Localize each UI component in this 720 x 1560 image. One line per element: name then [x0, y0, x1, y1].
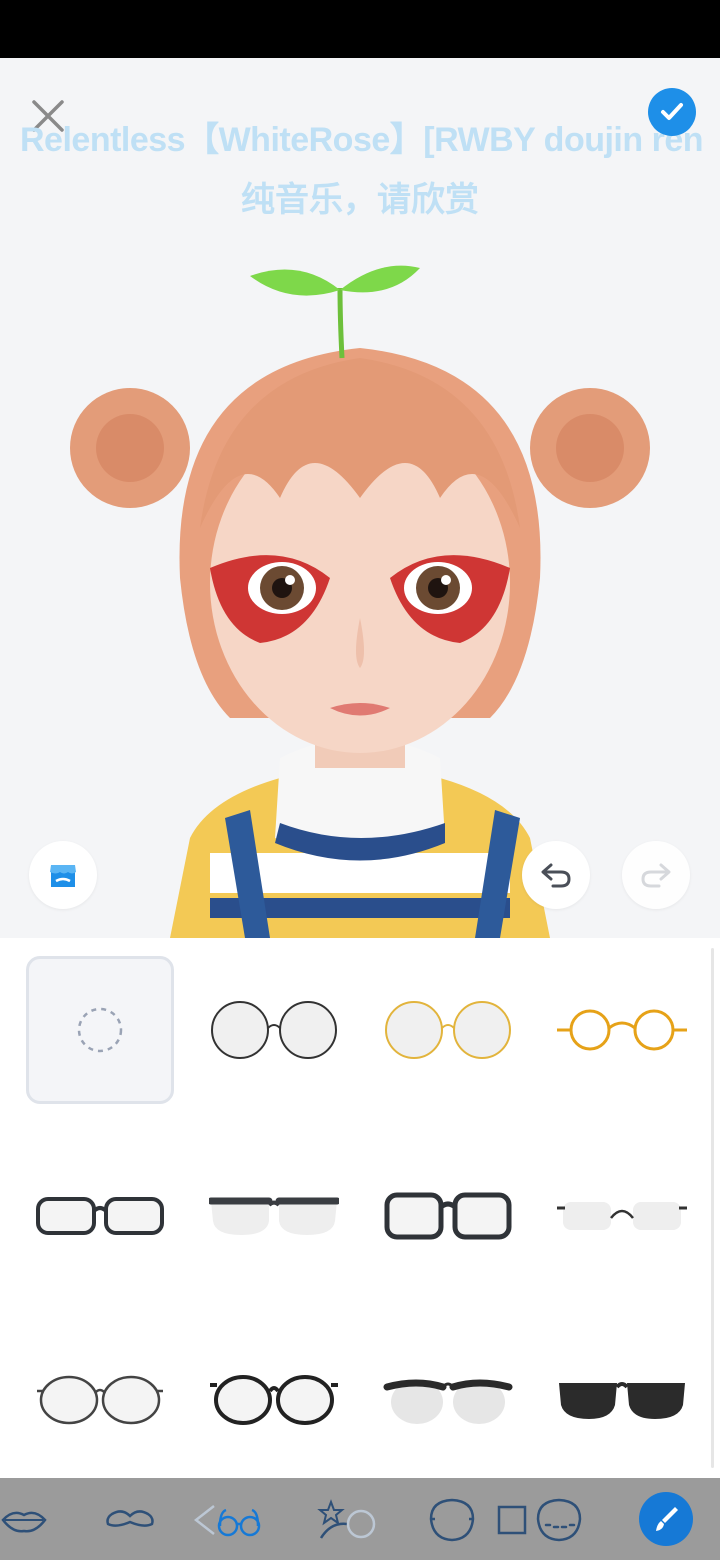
sparkle-face-icon: [317, 1499, 376, 1539]
glasses-option-round-small-orange[interactable]: [535, 956, 709, 1104]
glasses-rimless-icon: [557, 1202, 687, 1230]
glasses-round-thin-icon: [211, 1001, 337, 1059]
redo-icon: [641, 863, 671, 888]
status-bar: [0, 0, 720, 58]
tab-face-pattern[interactable]: [532, 1492, 586, 1548]
avatar-figure: [70, 265, 650, 938]
glasses-square-thick-icon: [384, 1192, 512, 1240]
sunglasses-icon: [559, 1382, 685, 1419]
glasses-option-round-thick-black[interactable]: [187, 1326, 361, 1474]
glasses-option-none[interactable]: [13, 956, 187, 1104]
glasses-option-square-thick[interactable]: [361, 1142, 535, 1290]
glasses-round-small-icon: [557, 1009, 687, 1051]
redo-button[interactable]: [622, 841, 690, 909]
face-shape-icon: [429, 1498, 475, 1542]
glasses-option-rect-black[interactable]: [13, 1142, 187, 1290]
lyric-line-2: 纯音乐，请欣赏: [241, 181, 479, 219]
tab-background[interactable]: [494, 1492, 530, 1548]
glasses-option-browline-rect[interactable]: [187, 1142, 361, 1290]
confirm-button[interactable]: [648, 88, 696, 136]
mustache-icon: [106, 1510, 154, 1527]
tab-face-accessory[interactable]: [316, 1492, 380, 1548]
selected-frame: [26, 956, 174, 1104]
tab-glasses[interactable]: [190, 1492, 266, 1548]
glasses-option-round-medium-grey[interactable]: [13, 1326, 187, 1474]
paint-brush-icon: [656, 1507, 678, 1531]
glasses-option-browline-round[interactable]: [361, 1326, 535, 1474]
category-tab-bar: [0, 1478, 720, 1560]
lips-icon: [1, 1511, 47, 1533]
tab-face-shape[interactable]: [424, 1492, 480, 1548]
empty-circle-icon: [77, 1007, 123, 1053]
glasses-option-rimless[interactable]: [535, 1142, 709, 1290]
avatar-preview: Relentless【WhiteRose】[RWBY doujin ren 纯音…: [0, 58, 720, 938]
scrollbar[interactable]: [711, 948, 714, 1468]
face-dots-icon: [536, 1498, 582, 1542]
store-button[interactable]: [29, 841, 97, 909]
glasses-option-sunglasses[interactable]: [535, 1326, 709, 1474]
lyric-line-1: Relentless【WhiteRose】[RWBY doujin ren: [20, 121, 704, 159]
tab-mustache[interactable]: [100, 1492, 160, 1548]
glasses-browline-rect-icon: [209, 1197, 339, 1235]
check-icon: [661, 103, 683, 120]
glasses-round-medium-icon: [37, 1375, 163, 1425]
tab-lips[interactable]: [0, 1492, 48, 1548]
glasses-rect-icon: [36, 1197, 164, 1235]
glasses-round-thick-icon: [210, 1375, 338, 1425]
glasses-option-round-thin-black[interactable]: [187, 956, 361, 1104]
square-icon: [497, 1505, 527, 1535]
glasses-browline-round-icon: [383, 1379, 513, 1424]
store-icon: [50, 865, 76, 887]
glasses-round-gold-icon: [385, 1001, 511, 1059]
glasses-option-round-thin-gold[interactable]: [361, 956, 535, 1104]
glasses-icon: [193, 1505, 261, 1537]
tab-paint[interactable]: [639, 1492, 693, 1546]
undo-button[interactable]: [522, 841, 590, 909]
glasses-grid: [0, 938, 720, 1478]
undo-icon: [541, 863, 571, 888]
